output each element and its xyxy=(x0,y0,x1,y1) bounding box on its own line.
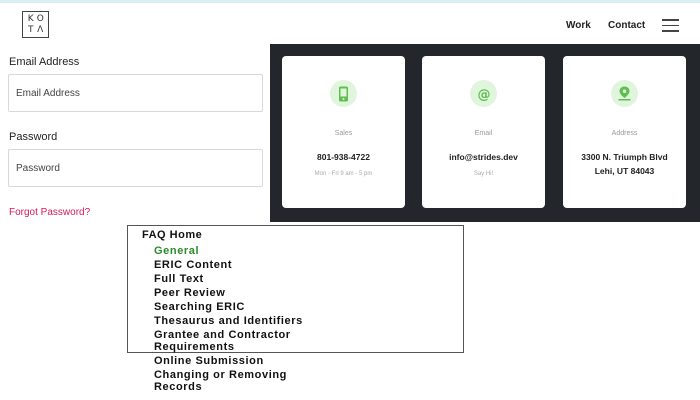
faq-item-online-submission[interactable]: Online Submission xyxy=(154,355,264,367)
street-address: 3300 N. Triumph Blvd Lehi, UT 84043 xyxy=(563,150,686,178)
svg-text:@: @ xyxy=(477,87,490,101)
map-pin-icon xyxy=(611,80,638,107)
contact-section: Sales 801-938-4722 Mon - Fri 9 am - 5 pm… xyxy=(270,44,700,222)
header-accent-line xyxy=(0,0,700,3)
password-label: Password xyxy=(9,131,58,143)
email-tagline: Say Hi! xyxy=(473,171,494,177)
address-line-2: Lehi, UT 84043 xyxy=(594,166,655,176)
password-field[interactable] xyxy=(8,149,263,187)
phone-icon xyxy=(330,80,357,107)
address-card: Address 3300 N. Triumph Blvd Lehi, UT 84… xyxy=(563,56,686,208)
card-category: Address xyxy=(611,130,638,137)
faq-item-changing-removing[interactable]: Changing or Removing xyxy=(154,369,287,381)
email-address[interactable]: info@strides.dev xyxy=(422,150,545,164)
at-icon: @ xyxy=(470,80,497,107)
nav-work-link[interactable]: Work xyxy=(566,20,591,31)
logo-letter: Λ xyxy=(37,24,44,35)
address-line-1: 3300 N. Triumph Blvd xyxy=(581,152,668,162)
email-card: @ Email info@strides.dev Say Hi! xyxy=(422,56,545,208)
sales-hours: Mon - Fri 9 am - 5 pm xyxy=(314,171,373,177)
card-category: Email xyxy=(474,130,493,137)
faq-item-records[interactable]: Records xyxy=(154,381,202,393)
logo-letter: O xyxy=(36,14,44,25)
sales-card: Sales 801-938-4722 Mon - Fri 9 am - 5 pm xyxy=(282,56,405,208)
kota-logo[interactable]: K O T Λ xyxy=(22,11,49,38)
nav-contact-link[interactable]: Contact xyxy=(608,20,645,31)
faq-item-thesaurus[interactable]: Thesaurus and Identifiers xyxy=(154,315,303,327)
email-field[interactable] xyxy=(8,74,263,112)
email-label: Email Address xyxy=(9,56,80,68)
logo-letter: K xyxy=(27,14,34,25)
faq-item-requirements[interactable]: Requirements xyxy=(154,341,235,353)
sales-phone[interactable]: 801-938-4722 xyxy=(282,150,405,164)
top-header: K O T Λ Work Contact xyxy=(0,0,700,46)
faq-home-link[interactable]: FAQ Home xyxy=(142,229,202,241)
faq-item-full-text[interactable]: Full Text xyxy=(154,273,204,285)
card-category: Sales xyxy=(334,130,353,137)
faq-item-eric-content[interactable]: ERIC Content xyxy=(154,259,232,271)
faq-item-peer-review[interactable]: Peer Review xyxy=(154,287,225,299)
hamburger-menu-icon[interactable] xyxy=(662,19,679,32)
login-form: Email Address Password Forgot Password? xyxy=(0,46,270,222)
forgot-password-link[interactable]: Forgot Password? xyxy=(9,207,90,218)
faq-item-searching-eric[interactable]: Searching ERIC xyxy=(154,301,245,313)
faq-item-general[interactable]: General xyxy=(154,245,199,257)
logo-letter: T xyxy=(28,24,34,35)
faq-item-grantee-contractor[interactable]: Grantee and Contractor xyxy=(154,329,291,341)
